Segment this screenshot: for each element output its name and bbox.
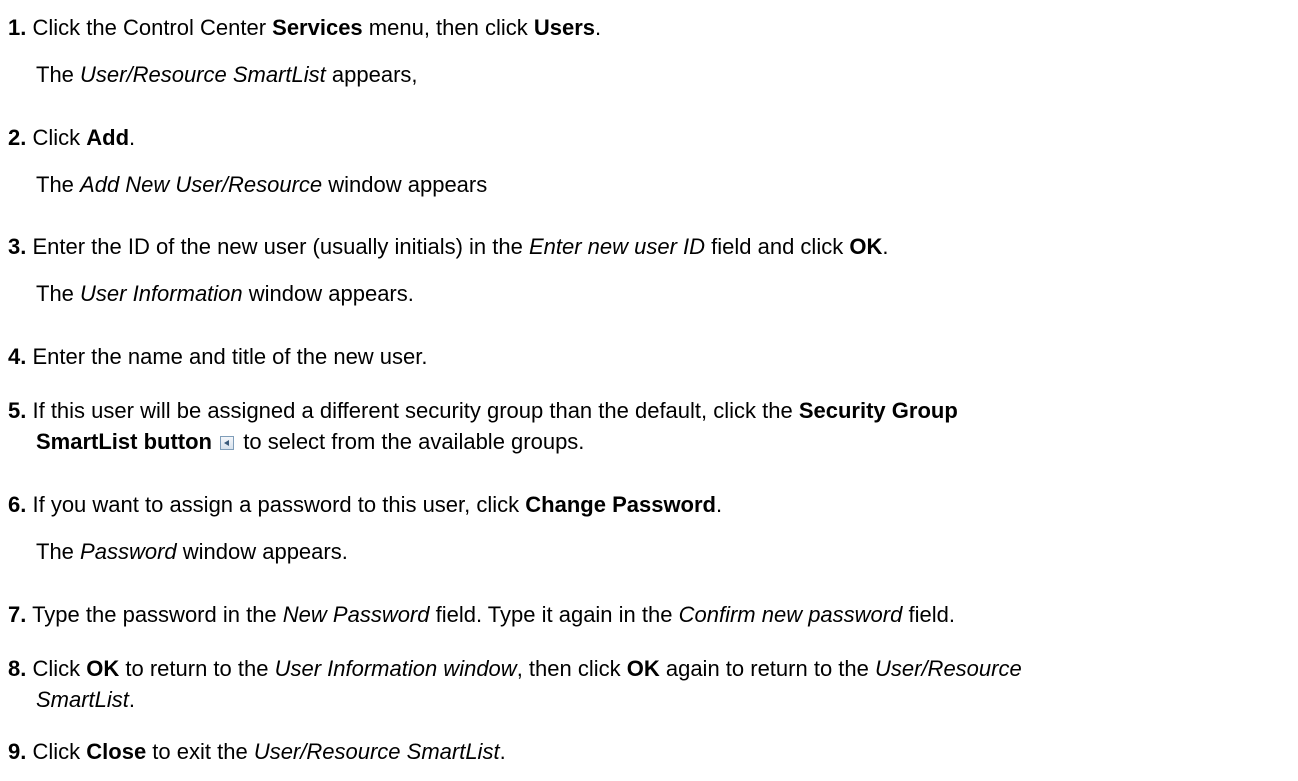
button-name: SmartList button [36, 429, 212, 454]
step-text: Enter the ID of the new user (usually in… [32, 234, 529, 259]
field-name: Confirm new password [678, 602, 903, 627]
menu-name: Services [272, 15, 363, 40]
menu-item-name: Users [533, 15, 596, 40]
step-text: . [129, 125, 136, 150]
step-text: to exit the [146, 739, 254, 764]
step-number: 4. [8, 344, 27, 369]
result-text: The [36, 281, 81, 306]
button-name: Add [86, 125, 130, 150]
step-text: . [595, 15, 602, 40]
step-text: Click [32, 739, 87, 764]
step-8: 8. Click OK to return to the User Inform… [8, 653, 1293, 715]
button-name: OK [626, 656, 660, 681]
step-text: again to return to the [659, 656, 875, 681]
step-number: 7. [8, 602, 27, 627]
window-name: User/Resource SmartList [80, 62, 326, 87]
instructions-document: 1. Click the Control Center Services men… [0, 0, 1298, 781]
step-text: . [128, 687, 136, 712]
step-9: 9. Click Close to exit the User/Resource… [8, 736, 1293, 767]
step-5: 5. If this user will be assigned a diffe… [8, 395, 1293, 457]
smartlist-button-icon [220, 436, 235, 450]
step-3: 3. Enter the ID of the new user (usually… [8, 231, 1293, 262]
step-number: 9. [8, 739, 27, 764]
step-text: Click [32, 125, 87, 150]
step-1-result: The User/Resource SmartList appears, [36, 59, 418, 90]
step-text: , then click [516, 656, 627, 681]
step-7: 7. Type the password in the New Password… [8, 599, 1293, 630]
step-number: 6. [8, 492, 27, 517]
result-text: window appears [322, 172, 488, 197]
window-name: Add New User/Resource [80, 172, 323, 197]
window-name: User Information window [274, 656, 517, 681]
step-number: 1. [8, 15, 27, 40]
step-2-result: The Add New User/Resource window appears [36, 169, 487, 200]
step-number: 8. [8, 656, 27, 681]
step-number: 5. [8, 398, 27, 423]
step-text: Enter the name and title of the new user… [32, 344, 428, 369]
step-text: to return to the [119, 656, 275, 681]
button-name: OK [86, 656, 120, 681]
window-name: User/Resource SmartList [253, 739, 500, 764]
step-text: field. [902, 602, 955, 627]
step-text: field and click [705, 234, 850, 259]
step-text: Click [32, 656, 87, 681]
window-name: User Information [80, 281, 243, 306]
step-text: Click the Control Center [32, 15, 273, 40]
step-1: 1. Click the Control Center Services men… [8, 12, 1293, 43]
step-text: . [716, 492, 723, 517]
button-name: Change Password [525, 492, 716, 517]
step-text: If you want to assign a password to this… [32, 492, 526, 517]
step-6-result: The Password window appears. [36, 536, 348, 567]
result-text: The [36, 172, 81, 197]
step-3-result: The User Information window appears. [36, 278, 414, 309]
button-name: OK [849, 234, 883, 259]
window-name: User/Resource [875, 656, 1022, 681]
result-text: appears, [325, 62, 418, 87]
window-name: Password [80, 539, 177, 564]
result-text: window appears. [242, 281, 414, 306]
field-name: New Password [282, 602, 430, 627]
field-name: Enter new user ID [528, 234, 706, 259]
step-6: 6. If you want to assign a password to t… [8, 489, 1293, 520]
step-text: menu, then click [362, 15, 534, 40]
button-name: Close [86, 739, 147, 764]
step-2: 2. Click Add. [8, 122, 1293, 153]
step-text: . [882, 234, 889, 259]
step-text: Type the password in the [32, 602, 283, 627]
result-text: The [36, 539, 81, 564]
step-text: . [499, 739, 506, 764]
step-text: field. Type it again in the [429, 602, 679, 627]
result-text: window appears. [176, 539, 348, 564]
button-name: Security Group [798, 398, 958, 423]
window-name: SmartList [36, 687, 129, 712]
step-text: to select from the available groups. [237, 429, 585, 454]
result-text: The [36, 62, 81, 87]
step-number: 3. [8, 234, 27, 259]
step-number: 2. [8, 125, 27, 150]
step-4: 4. Enter the name and title of the new u… [8, 341, 1293, 372]
step-text: If this user will be assigned a differen… [32, 398, 799, 423]
